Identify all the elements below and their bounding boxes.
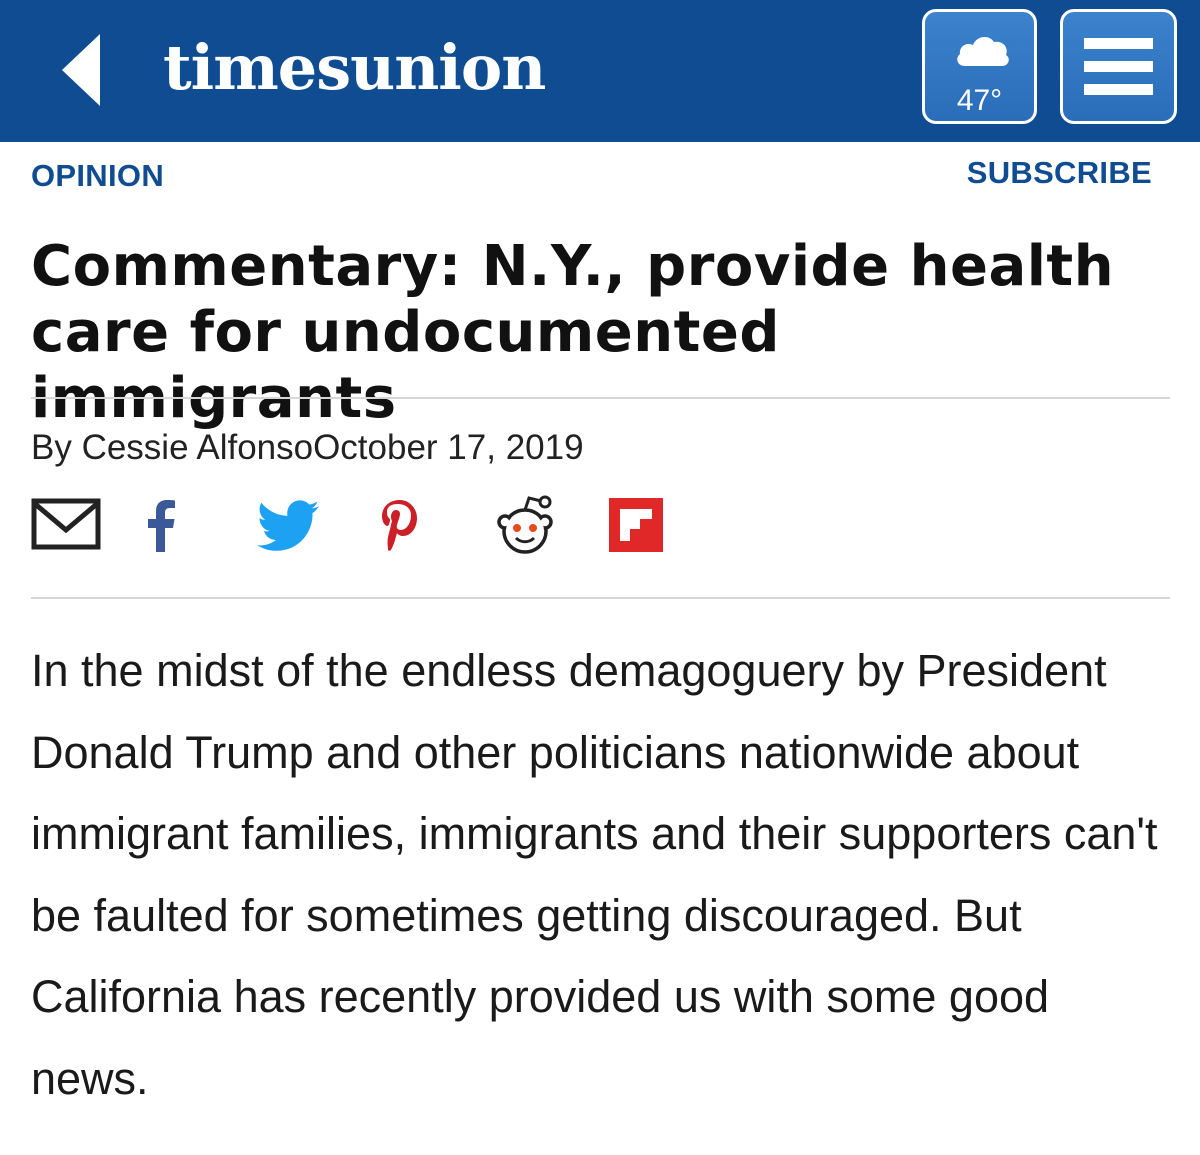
share-facebook-button[interactable]: [146, 500, 176, 560]
share-reddit-button[interactable]: [491, 494, 559, 554]
share-flipboard-button[interactable]: [609, 498, 663, 558]
reddit-icon: [497, 495, 553, 554]
article-byline: By Cessie AlfonsoOctober 17, 2019: [31, 428, 584, 467]
back-arrow-icon: [62, 34, 100, 106]
twitter-icon: [257, 500, 319, 551]
divider: [31, 597, 1170, 599]
top-header: timesunion 47°: [0, 0, 1200, 142]
back-button[interactable]: [58, 30, 108, 110]
facebook-icon: [148, 500, 175, 552]
subscribe-link[interactable]: SUBSCRIBE: [967, 155, 1152, 191]
temperature-label: 47°: [956, 84, 1003, 117]
menu-button[interactable]: [1060, 9, 1177, 124]
article-headline: Commentary: N.Y., provide health care fo…: [31, 234, 1115, 431]
share-twitter-button[interactable]: [257, 500, 319, 560]
cloud-icon: [957, 36, 1009, 66]
section-link-opinion[interactable]: OPINION: [31, 158, 164, 194]
divider: [31, 397, 1170, 399]
pinterest-icon: [382, 500, 417, 551]
share-pinterest-button[interactable]: [378, 497, 422, 557]
weather-button[interactable]: 47°: [922, 9, 1037, 124]
hamburger-menu-icon: [1084, 38, 1153, 95]
email-icon: [31, 498, 101, 550]
flipboard-icon: [609, 498, 663, 552]
article-body-paragraph: In the midst of the endless demagoguery …: [31, 645, 1158, 1104]
site-logo[interactable]: timesunion: [163, 28, 546, 108]
share-email-button[interactable]: [31, 498, 101, 558]
